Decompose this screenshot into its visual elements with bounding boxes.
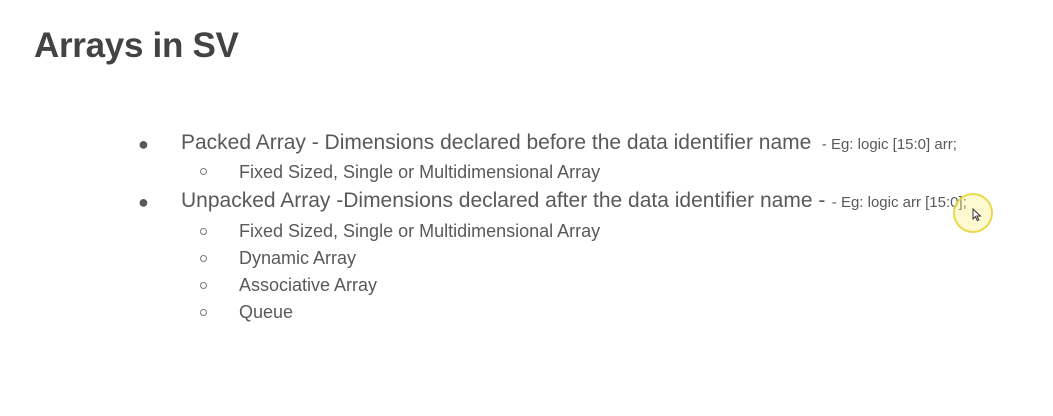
sub-bullet-icon — [200, 282, 207, 289]
sub-bullet-icon — [200, 255, 207, 262]
sub-list-item: Fixed Sized, Single or Multidimensional … — [239, 221, 601, 241]
list-item-note: - Eg: logic arr [15:0]; — [831, 194, 967, 211]
bullet-dot-icon: ● — [138, 134, 149, 154]
list-item-text: Unpacked Array -Dimensions declared afte… — [181, 189, 826, 212]
bullet-dot-icon: ● — [138, 192, 149, 212]
sub-bullet-icon — [200, 168, 207, 175]
mouse-pointer-icon — [972, 208, 982, 222]
sub-bullet-icon — [200, 228, 207, 235]
list-item-unpacked-array: Unpacked Array -Dimensions declared afte… — [181, 189, 967, 215]
slide-title: Arrays in SV — [34, 26, 239, 65]
list-item-packed-array: Packed Array - Dimensions declared befor… — [181, 131, 957, 157]
sub-list-item: Queue — [239, 302, 294, 322]
list-item-note: - Eg: logic [15:0] arr; — [821, 136, 957, 153]
sub-list-item: Associative Array — [239, 275, 378, 295]
sub-list-item: Dynamic Array — [239, 248, 357, 268]
list-item-text: Packed Array - Dimensions declared befor… — [181, 131, 812, 154]
sub-list-item: Fixed Sized, Single or Multidimensional … — [239, 162, 601, 182]
sub-bullet-icon — [200, 309, 207, 316]
